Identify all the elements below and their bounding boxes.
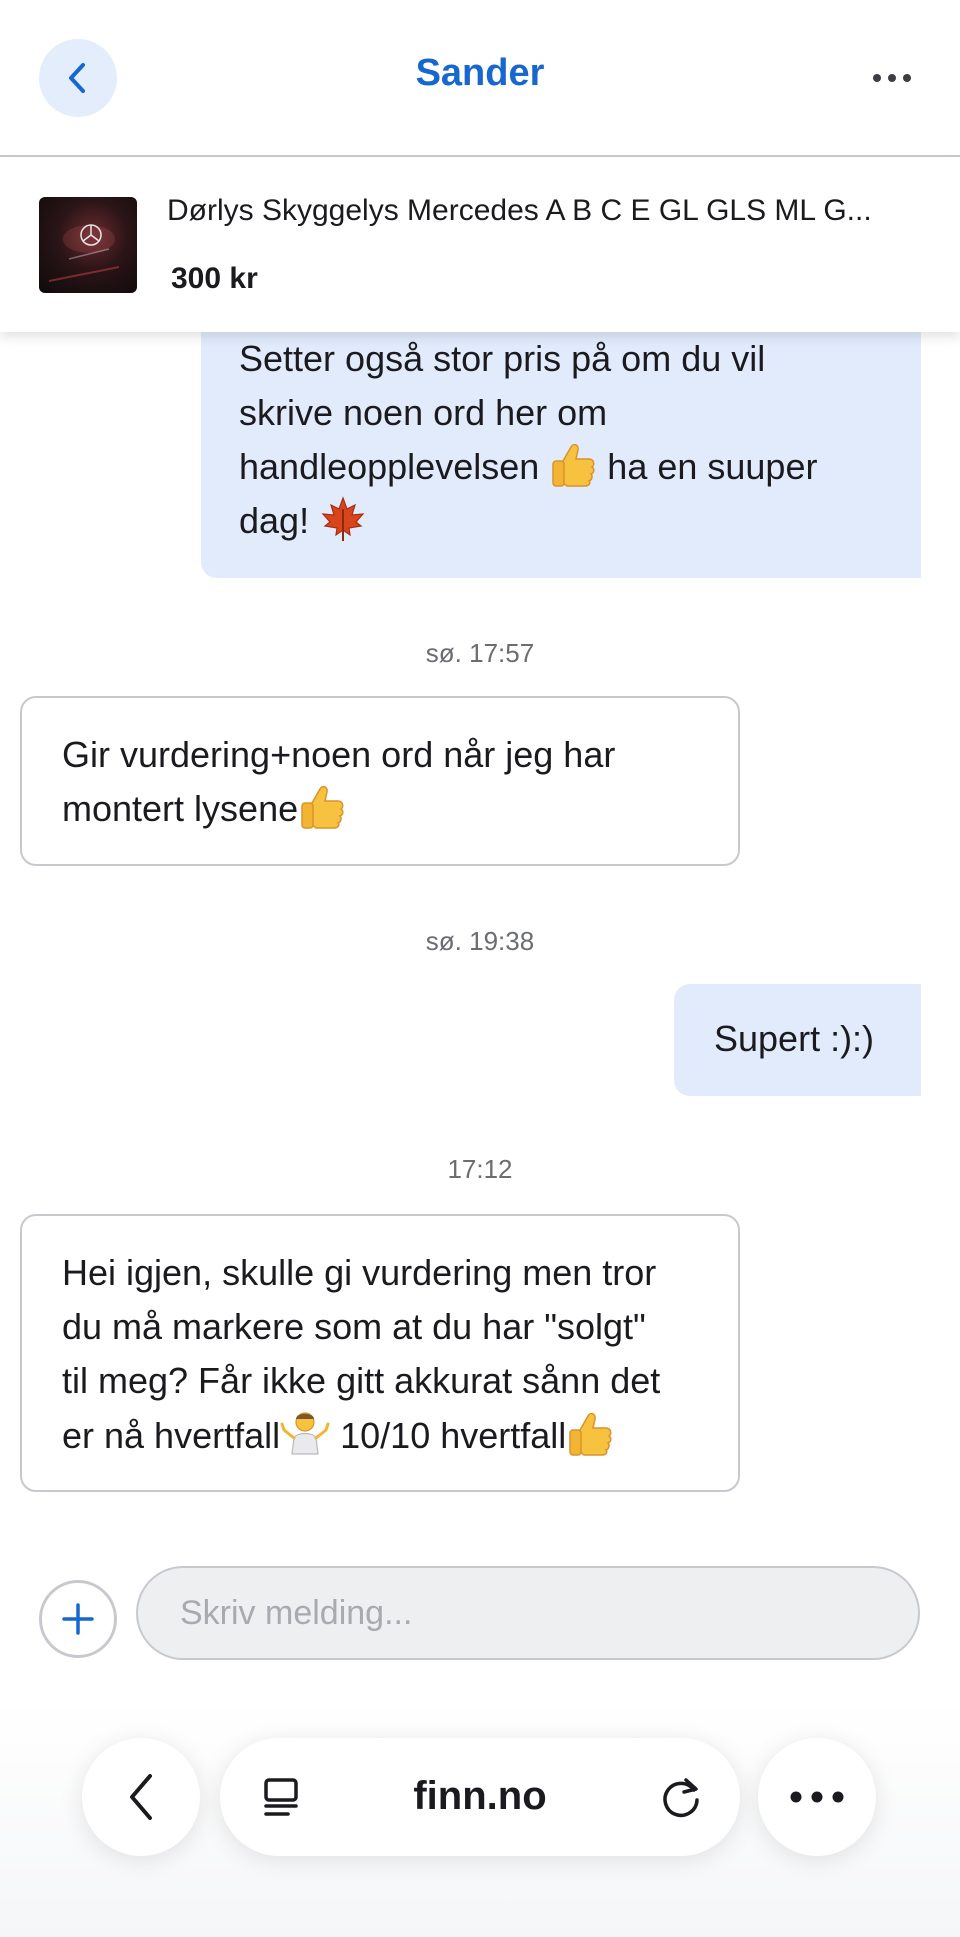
conversation-header: Sander xyxy=(0,0,960,157)
thumbs-up-icon xyxy=(566,1409,614,1463)
plus-icon xyxy=(62,1603,94,1635)
message-list[interactable]: Setter også stor pris på om du vil skriv… xyxy=(0,312,960,1562)
message-line: Gir vurdering+noen ord når jeg har xyxy=(62,734,616,775)
timestamp: 17:12 xyxy=(447,1154,513,1184)
timestamp: sø. 17:57 xyxy=(425,638,535,668)
message-line: Hei igjen, skulle gi vurdering men tror xyxy=(62,1252,657,1293)
reload-icon[interactable] xyxy=(656,1772,706,1822)
more-horizontal-icon xyxy=(873,74,911,82)
contact-name: Sander xyxy=(415,52,545,94)
person-shrugging-icon xyxy=(280,1408,330,1463)
listing-price: 300 kr xyxy=(171,262,258,295)
thumbs-up-icon xyxy=(298,782,346,836)
address-bar[interactable]: finn.no xyxy=(220,1738,740,1856)
message-text: dag! xyxy=(239,500,310,541)
message-line: Setter også stor pris på om du vil xyxy=(239,338,766,379)
more-options-button[interactable] xyxy=(864,60,920,96)
message-line: handleopplevelsen ha en suuper xyxy=(239,440,883,494)
message-line: du må markere som at du har "solgt" xyxy=(62,1306,646,1347)
incoming-message: Gir vurdering+noen ord når jeg har monte… xyxy=(20,696,740,866)
message-line: dag! xyxy=(239,494,883,548)
message-text: er nå hvertfall xyxy=(62,1415,281,1456)
browser-back-button[interactable] xyxy=(82,1738,200,1856)
message-line: er nå hvertfall 10/10 hvertfall xyxy=(62,1408,698,1463)
message-line: montert lysene xyxy=(62,782,698,836)
message-line: skrive noen ord her om xyxy=(239,392,608,433)
chevron-left-icon xyxy=(130,1774,152,1820)
chat-screen: Sander Dørlys Skyggelys Mercedes A B C E… xyxy=(0,0,960,1937)
maple-leaf-icon xyxy=(319,494,367,548)
message-text: 10/10 hvertfall xyxy=(340,1415,567,1456)
message-line: til meg? Får ikke gitt akkurat sånn det xyxy=(62,1360,661,1401)
message-text: handleopplevelsen xyxy=(239,446,540,487)
listing-card[interactable]: Dørlys Skyggelys Mercedes A B C E GL GLS… xyxy=(0,158,960,332)
message-line: Supert :):) xyxy=(714,1018,875,1059)
browser-toolbar: finn.no xyxy=(0,1700,960,1937)
message-text: ha en suuper xyxy=(607,446,818,487)
more-horizontal-icon xyxy=(790,1791,844,1803)
browser-menu-button[interactable] xyxy=(758,1738,876,1856)
message-input[interactable]: Skriv melding... xyxy=(136,1566,920,1660)
listing-title: Dørlys Skyggelys Mercedes A B C E GL GLS… xyxy=(167,194,872,227)
listing-thumbnail xyxy=(39,197,137,293)
thumbs-up-icon xyxy=(549,440,597,494)
outgoing-message: Setter også stor pris på om du vil skriv… xyxy=(201,312,921,578)
message-composer: Skriv melding... xyxy=(0,1562,960,1672)
mercedes-logo-projection-icon xyxy=(48,224,120,282)
add-attachment-button[interactable] xyxy=(39,1580,117,1658)
incoming-message: Hei igjen, skulle gi vurdering men tror … xyxy=(20,1214,740,1492)
message-text: montert lysene xyxy=(62,788,299,829)
outgoing-message: Supert :):) xyxy=(674,984,921,1096)
timestamp: sø. 19:38 xyxy=(425,926,535,956)
